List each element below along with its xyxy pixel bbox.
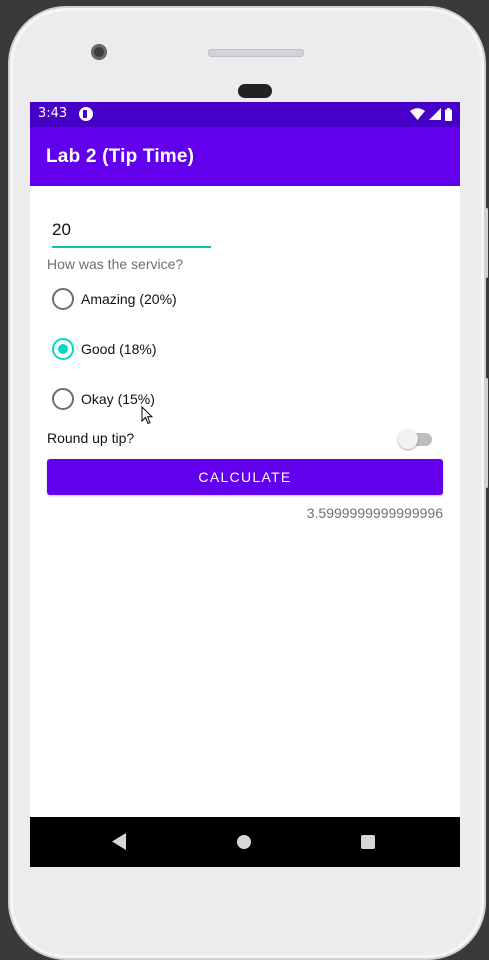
status-time: 3:43 [38,106,68,121]
calculate-button[interactable]: CALCULATE [47,459,443,495]
round-up-tip-switch[interactable] [398,429,432,449]
earpiece-speaker [208,49,304,57]
tip-result: 3.5999999999999996 [306,505,443,521]
radio-button[interactable] [52,288,74,310]
service-question-label: How was the service? [47,256,184,272]
radio-option-good[interactable]: Good (18%) [52,336,156,362]
back-icon[interactable] [112,833,126,850]
radio-button[interactable] [52,388,74,410]
app-title: Lab 2 (Tip Time) [46,146,195,167]
signal-icon [429,108,441,120]
radio-button-checked[interactable] [52,338,74,360]
phone-side-button [485,208,488,278]
phone-side-button [485,378,488,488]
status-bar: 3:43 [30,102,460,127]
switch-thumb[interactable] [398,429,418,449]
radio-option-label: Okay (15%) [81,391,155,407]
front-camera [91,44,107,60]
status-icons [410,107,452,121]
battery-icon [445,107,452,121]
radio-option-okay[interactable]: Okay (15%) [52,386,155,412]
recents-icon[interactable] [361,835,375,849]
radio-option-label: Amazing (20%) [81,291,177,307]
proximity-sensor [238,84,272,98]
wifi-icon [410,108,425,120]
radio-option-label: Good (18%) [81,341,157,357]
navigation-bar [30,817,460,867]
app-bar: Lab 2 (Tip Time) [30,127,460,186]
notification-app-icon [79,107,93,121]
cost-of-service-input[interactable] [52,214,211,248]
home-icon[interactable] [237,835,251,849]
mouse-pointer-icon [141,406,153,425]
device-screen: 3:43 Lab 2 (Tip Time) How was the servic… [30,102,460,867]
radio-option-amazing[interactable]: Amazing (20%) [52,286,177,312]
round-up-tip-label: Round up tip? [47,430,135,446]
